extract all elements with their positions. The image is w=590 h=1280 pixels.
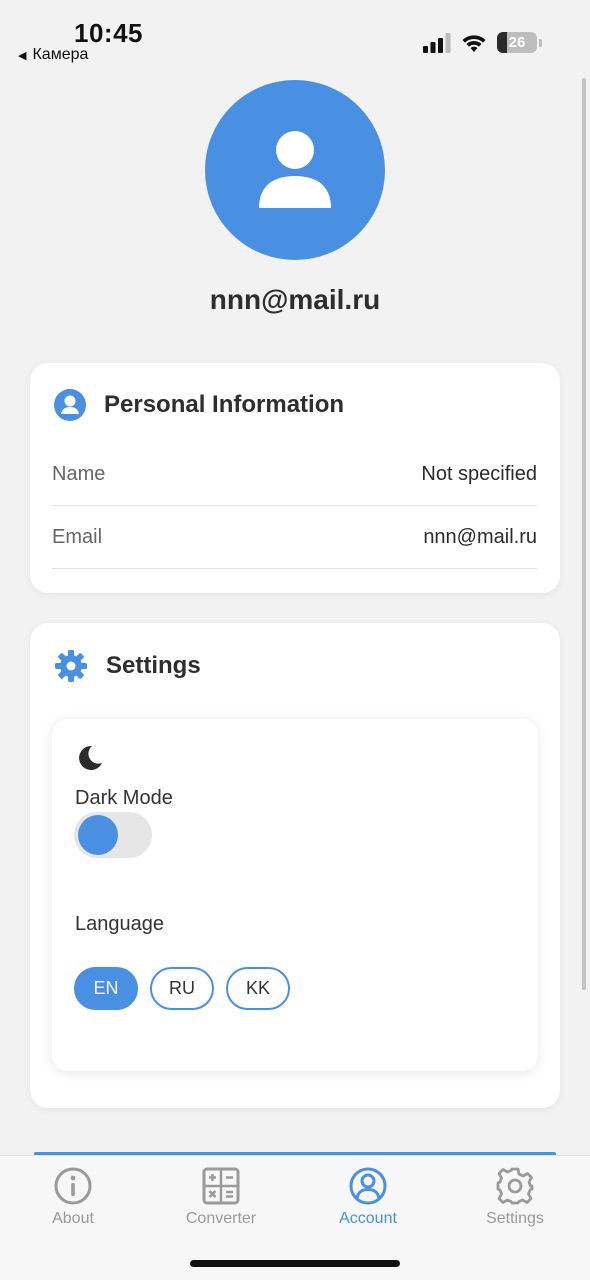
toggle-knob bbox=[78, 815, 118, 855]
tab-about-label: About bbox=[52, 1210, 94, 1227]
tab-account-label: Account bbox=[339, 1210, 397, 1227]
language-selector: EN RU KK bbox=[74, 967, 290, 1010]
back-triangle-icon: ◀ bbox=[18, 49, 27, 62]
dark-mode-toggle[interactable] bbox=[74, 812, 152, 858]
status-bar: 10:45 ◀ Камера 26 bbox=[0, 0, 590, 70]
tab-account[interactable]: Account bbox=[313, 1166, 423, 1228]
signal-icon bbox=[423, 32, 451, 53]
account-icon bbox=[349, 1167, 387, 1205]
personal-info-header: Personal Information bbox=[54, 389, 344, 421]
gear-icon bbox=[496, 1167, 534, 1205]
name-label: Name bbox=[52, 462, 106, 485]
battery-indicator: 26 bbox=[497, 32, 537, 53]
settings-title: Settings bbox=[106, 652, 201, 679]
avatar bbox=[205, 80, 385, 260]
name-value: Not specified bbox=[421, 462, 537, 485]
battery-tip bbox=[539, 38, 542, 47]
tab-settings[interactable]: Settings bbox=[460, 1166, 570, 1228]
language-label: Language bbox=[75, 913, 164, 935]
tab-converter[interactable]: Converter bbox=[166, 1166, 276, 1228]
language-en-button[interactable]: EN bbox=[74, 967, 138, 1010]
gear-icon bbox=[55, 650, 87, 682]
settings-card: Settings Dark Mode Language EN RU KK bbox=[30, 623, 560, 1108]
email-label: Email bbox=[52, 525, 103, 548]
preferences-panel: Dark Mode Language EN RU KK bbox=[52, 719, 538, 1071]
language-ru-button[interactable]: RU bbox=[150, 967, 214, 1010]
user-circle-icon bbox=[54, 389, 86, 421]
info-icon bbox=[54, 1167, 92, 1205]
language-kk-button[interactable]: KK bbox=[226, 967, 290, 1010]
info-row-name: Name Not specified bbox=[52, 443, 537, 506]
tab-converter-label: Converter bbox=[185, 1210, 257, 1227]
wifi-icon bbox=[462, 34, 486, 52]
personal-info-title: Personal Information bbox=[104, 391, 345, 418]
profile-email: nnn@mail.ru bbox=[209, 284, 381, 315]
status-icons: 26 bbox=[423, 32, 542, 53]
scrollbar[interactable] bbox=[582, 78, 586, 990]
calculator-icon bbox=[202, 1167, 240, 1205]
dark-mode-label: Dark Mode bbox=[75, 787, 173, 809]
moon-icon bbox=[79, 745, 102, 770]
back-app-label: Камера bbox=[32, 46, 89, 63]
tab-settings-label: Settings bbox=[486, 1210, 544, 1227]
tab-about[interactable]: About bbox=[18, 1166, 128, 1228]
home-indicator[interactable] bbox=[190, 1260, 400, 1267]
user-icon bbox=[259, 131, 331, 208]
status-time: 10:45 bbox=[74, 18, 143, 48]
email-value: nnn@mail.ru bbox=[423, 525, 537, 548]
back-to-app-link[interactable]: ◀ Камера bbox=[18, 46, 88, 64]
personal-information-card: Personal Information Name Not specified … bbox=[30, 363, 560, 593]
settings-header: Settings bbox=[54, 649, 201, 683]
info-row-email: Email nnn@mail.ru bbox=[52, 506, 537, 569]
battery-level: 26 bbox=[508, 34, 526, 51]
